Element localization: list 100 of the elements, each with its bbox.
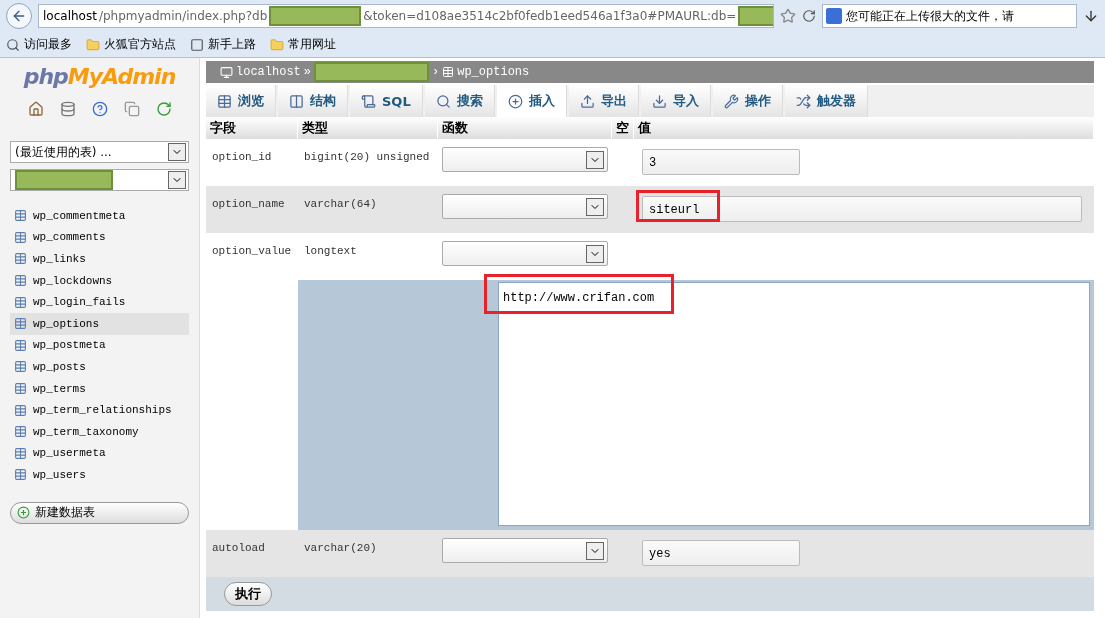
breadcrumb-link[interactable]: localhost — [236, 65, 301, 79]
tab[interactable]: SQL — [350, 85, 423, 117]
recent-tables-select[interactable]: (最近使用的表) ... — [10, 141, 189, 163]
table-link[interactable]: wp_posts — [10, 356, 189, 378]
table-link[interactable]: wp_options — [10, 312, 189, 335]
server-icon — [220, 65, 233, 79]
dropdown-caret-icon[interactable] — [168, 171, 186, 189]
insert-icon — [507, 93, 523, 109]
table-link[interactable]: wp_links — [10, 248, 189, 270]
table-icon — [442, 66, 455, 78]
field-name: autoload — [211, 541, 266, 556]
table-icon — [14, 317, 27, 331]
table-link[interactable]: wp_term_relationships — [10, 399, 189, 421]
table-link[interactable]: wp_lockdowns — [10, 269, 189, 292]
bookmark-link[interactable]: 新手上路 — [190, 36, 256, 53]
table-icon — [14, 295, 27, 309]
new-table-button[interactable]: 新建数据表 — [10, 501, 189, 524]
function-select[interactable] — [442, 194, 608, 219]
table-icon — [14, 425, 27, 439]
reload-icon[interactable] — [802, 9, 816, 23]
plus-icon — [17, 506, 30, 520]
dropdown-caret-icon[interactable] — [586, 150, 604, 169]
dropdown-caret-icon[interactable] — [586, 541, 604, 560]
tab[interactable]: 浏览 — [206, 85, 276, 117]
home-icon[interactable] — [27, 101, 44, 117]
table-icon — [217, 93, 232, 109]
table-icon — [14, 403, 27, 417]
address-bar[interactable]: localhost /phpmyadmin/index.php?db &token=d108ae3514c2bf0fedb1eed546a1f3a0#PMAURL:db= — [38, 4, 774, 28]
field-type: bigint(20) unsigned — [303, 150, 431, 165]
column-header: 类型 — [298, 117, 438, 139]
table-icon — [14, 382, 27, 396]
tab[interactable]: 触发器 — [784, 85, 868, 117]
field-name: option_id — [211, 150, 273, 165]
url-text: &token=d108ae3514c2bf0fedb1eed546a1f3a0#PMAURL:db= — [363, 9, 737, 23]
download-icon[interactable] — [1083, 8, 1099, 24]
structure-icon — [289, 93, 304, 109]
dropdown-caret-icon[interactable] — [168, 143, 186, 161]
column-header: 空 — [612, 117, 634, 139]
import-icon — [651, 93, 667, 109]
function-select[interactable] — [442, 147, 608, 172]
value-field[interactable]: yes — [642, 540, 800, 566]
table-link[interactable]: wp_terms — [10, 377, 189, 400]
database-icon[interactable] — [59, 101, 76, 117]
back-button[interactable] — [6, 3, 32, 29]
table-link[interactable]: wp_usermeta — [10, 442, 189, 465]
field-name: option_value — [211, 244, 293, 259]
value-textarea[interactable]: http://www.crifan.com — [498, 282, 1090, 526]
bookmark-link[interactable]: 访问最多 — [6, 36, 72, 53]
table-icon — [14, 274, 27, 288]
search-icon — [6, 37, 20, 52]
table-icon — [14, 446, 27, 460]
url-host: localhost — [43, 9, 97, 23]
shuffle-icon — [795, 93, 811, 109]
field-type: varchar(64) — [303, 197, 378, 212]
breadcrumb-separator: » — [303, 65, 311, 79]
table-link[interactable]: wp_comments — [10, 226, 189, 249]
column-header: 函数 — [438, 117, 612, 139]
dropdown-caret-icon[interactable] — [586, 197, 604, 216]
help-icon[interactable] — [91, 101, 108, 117]
table-icon — [14, 360, 27, 374]
bookmark-star-icon[interactable] — [780, 8, 796, 24]
table-icon — [14, 468, 27, 482]
bookmark-link[interactable]: 常用网址 — [270, 36, 336, 53]
search-field[interactable]: 您可能正在上传很大的文件，请 — [822, 4, 1077, 28]
table-link[interactable]: wp_term_taxonomy — [10, 420, 189, 443]
database-select[interactable] — [10, 169, 189, 191]
field-type: longtext — [303, 244, 358, 259]
bookmark-link[interactable]: 火狐官方站点 — [86, 36, 176, 53]
field-name: option_name — [211, 197, 286, 212]
table-icon — [14, 252, 27, 266]
function-select[interactable] — [442, 241, 608, 266]
value-field[interactable]: siteurl — [642, 196, 1082, 222]
app-logo: phpMyAdmin — [22, 64, 177, 89]
table-link[interactable]: wp_login_fails — [10, 291, 189, 313]
export-icon — [579, 93, 595, 109]
url-text: /phpmyadmin/index.php?db — [98, 9, 268, 23]
documents-icon[interactable] — [123, 101, 140, 117]
tab[interactable]: 导入 — [640, 85, 711, 117]
tab[interactable]: 操作 — [712, 85, 783, 117]
function-select[interactable] — [442, 538, 608, 563]
table-icon — [14, 209, 27, 223]
table-icon — [14, 230, 27, 244]
table-link[interactable]: wp_postmeta — [10, 334, 189, 357]
table-link[interactable]: wp_commentmeta — [10, 205, 189, 227]
dropdown-caret-icon[interactable] — [586, 244, 604, 263]
folder-icon — [270, 37, 284, 52]
tab[interactable]: 搜索 — [424, 85, 495, 117]
redaction-block — [738, 6, 773, 26]
tab[interactable]: 导出 — [568, 85, 639, 117]
tab[interactable]: 插入 — [496, 85, 567, 117]
value-field[interactable]: 3 — [642, 149, 800, 175]
column-header: 值 — [634, 117, 1094, 139]
table-link[interactable]: wp_users — [10, 464, 189, 486]
table-icon — [14, 338, 27, 352]
breadcrumb-link[interactable]: wp_options — [457, 65, 530, 79]
scroll-icon — [361, 93, 376, 109]
reload-icon[interactable] — [155, 101, 172, 117]
tab[interactable]: 结构 — [278, 85, 348, 117]
execute-button[interactable]: 执行 — [224, 582, 272, 606]
column-header: 字段 — [206, 117, 298, 139]
